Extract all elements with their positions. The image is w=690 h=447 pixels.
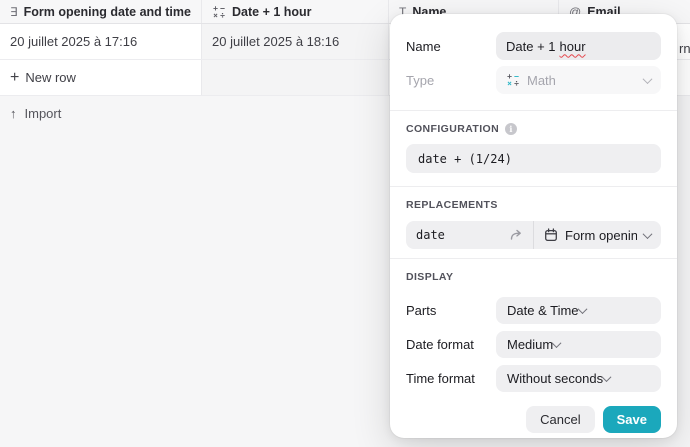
chevron-down-icon [577,304,587,315]
name-input[interactable]: Date + 1 hour [496,32,661,60]
type-row: Type + − × ÷ Math [406,66,661,94]
cell-date-plus-1h[interactable]: 20 juillet 2025 à 18:16 [202,24,389,59]
column-header-form-opening[interactable]: ∃ Form opening date and time [0,0,202,23]
column-header-label: Date + 1 hour [232,4,312,19]
math-icon: + − × ÷ [213,3,225,20]
display-heading: DISPLAY [406,271,454,283]
replacement-target-value: Form opening da [565,227,637,243]
configuration-heading: CONFIGURATION i [406,123,661,135]
column-header-label: Form opening date and time [23,4,191,19]
chevron-down-icon [601,372,612,383]
name-value: Date + 1 [506,38,556,54]
type-field-label: Type [406,72,435,88]
parts-label: Parts [406,303,437,318]
plus-icon: + [10,68,20,86]
time-format-select[interactable]: Without seconds [496,365,661,392]
cancel-button[interactable]: Cancel [526,406,595,433]
app-screen: ∃ Form opening date and time + − × ÷ Date +… [0,0,690,447]
panel-footer: Cancel Save [406,406,661,433]
parts-value: Date & Time [507,303,579,318]
submission-date-icon: ∃ [10,4,18,19]
divider [390,186,677,187]
import-button[interactable]: ↑ Import [10,106,61,121]
type-value: Math [527,72,556,88]
column-settings-panel: Name Date + 1 hour Type + − × ÷ Math CONFIGU… [390,14,677,438]
parts-row: Parts Date & Time [406,297,661,324]
math-icon: + − × ÷ [507,72,519,88]
formula-input[interactable]: date + (1/24) [406,144,661,173]
info-icon[interactable]: i [505,123,518,135]
name-field-label: Name [406,38,441,54]
replacement-row: date Form opening da [406,221,661,249]
date-format-row: Date format Medium [406,331,661,358]
time-format-label: Time format [406,371,475,386]
replace-arrow-icon [510,229,521,240]
date-format-select[interactable]: Medium [496,331,661,358]
column-header-date-plus-1h[interactable]: + − × ÷ Date + 1 hour [202,0,389,23]
replacement-target-select[interactable]: Form opening da [533,221,661,249]
save-button[interactable]: Save [602,406,661,433]
email-cell-fragment: rn [679,41,690,56]
new-row-button[interactable]: + New row [0,60,202,95]
name-value-misspelled: hour [559,38,586,54]
name-row: Name Date + 1 hour [406,32,661,60]
divider [390,110,677,111]
parts-select[interactable]: Date & Time [496,297,661,324]
divider [390,258,677,259]
chevron-down-icon [551,338,562,349]
replacements-heading: REPLACEMENTS [406,199,498,211]
type-select[interactable]: + − × ÷ Math [496,66,661,94]
empty-cell[interactable] [202,60,389,95]
new-row-label: New row [25,70,76,85]
replacement-variable: date [406,221,533,249]
calendar-icon [545,228,557,242]
chevron-down-icon [642,228,653,239]
cell-form-opening[interactable]: 20 juillet 2025 à 17:16 [0,24,202,59]
chevron-down-icon [642,73,653,84]
time-format-row: Time format Without seconds [406,365,661,392]
import-label: Import [24,106,62,121]
date-format-label: Date format [406,337,474,352]
time-format-value: Without seconds [507,371,604,386]
date-format-value: Medium [507,337,554,352]
upload-arrow-icon: ↑ [10,106,17,121]
